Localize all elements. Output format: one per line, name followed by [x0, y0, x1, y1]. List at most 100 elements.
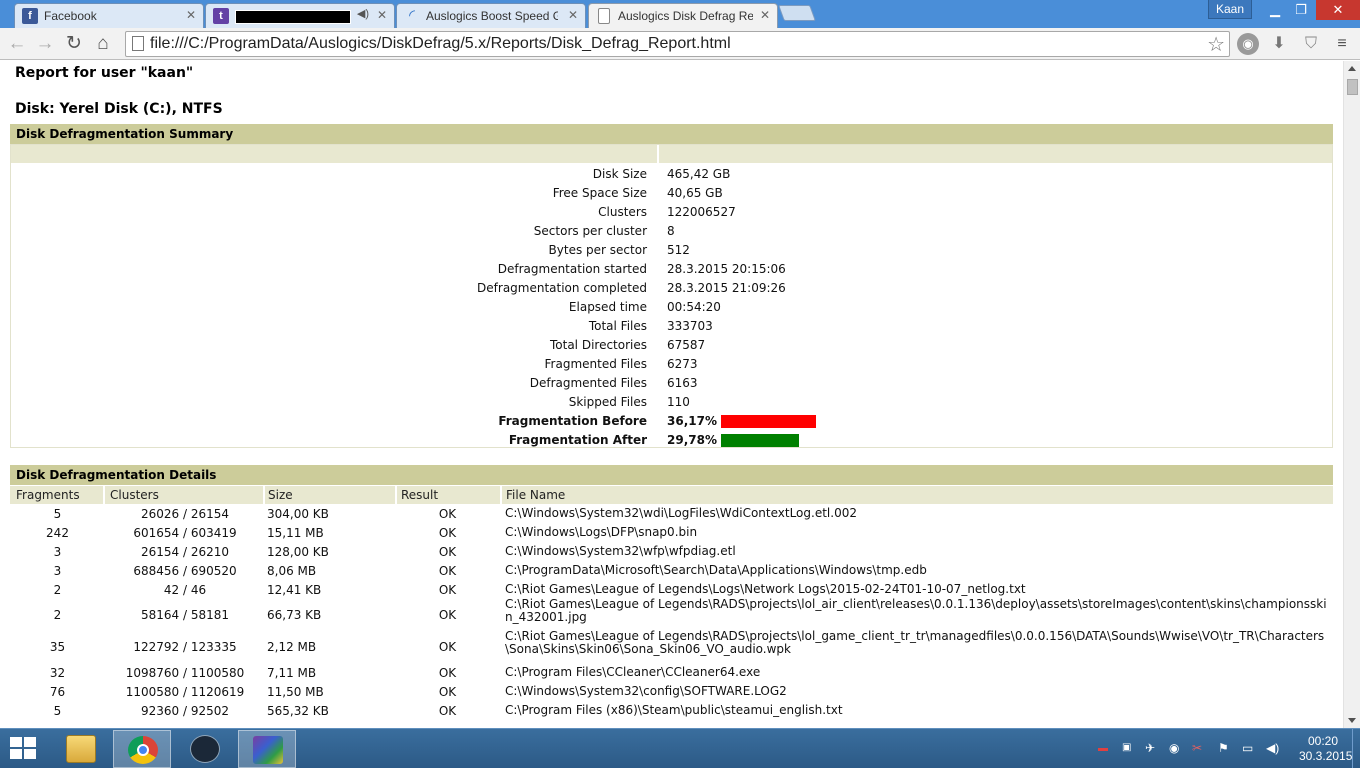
clock-date[interactable]: 30.3.2015	[1299, 749, 1352, 763]
table-row: 5 92360 / 92502 565,32 KB OK C:\Program File…	[10, 701, 1333, 720]
cell-file-name: C:\Windows\System32\wfp\wfpdiag.etl	[505, 544, 736, 558]
tray-volume-icon[interactable]: ◀)	[1266, 741, 1279, 755]
close-window-button[interactable]: ✕	[1316, 0, 1360, 20]
fragmentation-value: 36,17%	[667, 414, 717, 428]
cell-clusters: 601654 / 603419	[133, 526, 237, 540]
maximize-button[interactable]: ❐	[1288, 0, 1314, 20]
cell-size: 7,11 MB	[267, 666, 317, 680]
page-viewport: Report for user "kaan" Disk: Yerel Disk …	[0, 61, 1343, 728]
tab-twitch[interactable]: t ◀) ✕	[205, 3, 395, 28]
column-header-clusters: Clusters	[110, 488, 159, 502]
cell-size: 304,00 KB	[267, 507, 329, 521]
fragmentation-row: Fragmentation After 29,78%	[11, 431, 1332, 450]
clock-time[interactable]: 00:20	[1303, 734, 1343, 748]
cell-fragments: 5	[53, 704, 62, 718]
cell-file-name: C:\Program Files\CCleaner\CCleaner64.exe	[505, 665, 761, 679]
menu-icon[interactable]: ≡	[1331, 33, 1353, 55]
close-icon[interactable]: ✕	[760, 8, 770, 22]
user-heading: Report for user "kaan"	[15, 65, 194, 81]
summary-value: 333703	[667, 319, 713, 333]
cell-clusters: 1098760 / 1100580	[125, 666, 245, 680]
scrollbar-thumb[interactable]	[1347, 79, 1358, 95]
tray-network-icon[interactable]: ▭	[1242, 741, 1253, 755]
table-row: 3 26154 / 26210 128,00 KB OK C:\Windows\Syst…	[10, 542, 1333, 561]
tray-tool-icon[interactable]: ✂	[1192, 741, 1202, 755]
summary-row: Defragmentation started 28.3.2015 20:15:0…	[11, 260, 1332, 279]
summary-value: 00:54:20	[667, 300, 721, 314]
tab-title: Facebook	[44, 9, 97, 23]
extension-icon[interactable]: ◉	[1237, 33, 1259, 55]
page-icon	[132, 36, 144, 51]
scroll-up-arrow[interactable]	[1348, 66, 1356, 71]
disk-heading: Disk: Yerel Disk (C:), NTFS	[15, 101, 223, 117]
summary-value: 465,42 GB	[667, 167, 731, 181]
table-row: 242 601654 / 603419 15,11 MB OK C:\Windows\L…	[10, 523, 1333, 542]
cell-file-name: C:\Riot Games\League of Legends\RADS\pro…	[505, 597, 1327, 624]
cell-result: OK	[438, 526, 457, 540]
fragmentation-row: Fragmentation Before 36,17%	[11, 412, 1332, 431]
close-icon[interactable]: ✕	[186, 8, 196, 22]
minimize-button[interactable]: ▁	[1262, 0, 1288, 20]
home-button[interactable]: ⌂	[92, 33, 114, 55]
summary-value: 110	[667, 395, 690, 409]
cell-result: OK	[438, 704, 457, 718]
tray-airplane-icon[interactable]: ✈	[1145, 741, 1155, 755]
close-icon[interactable]: ✕	[377, 8, 387, 22]
scroll-down-arrow[interactable]	[1348, 718, 1356, 723]
page-icon	[598, 8, 610, 24]
start-button[interactable]	[10, 737, 38, 761]
table-row: 76 1100580 / 1120619 11,50 MB OK C:\Windows\…	[10, 682, 1333, 701]
profile-button[interactable]: Kaan	[1208, 0, 1252, 19]
show-desktop-button[interactable]	[1352, 729, 1360, 768]
reload-button[interactable]: ↻	[63, 33, 85, 55]
redacted-title	[235, 10, 351, 24]
cell-result: OK	[438, 640, 457, 654]
tab-facebook[interactable]: f Facebook ✕	[14, 3, 204, 28]
summary-row: Fragmented Files 6273	[11, 355, 1332, 374]
tab-disk-defrag-report[interactable]: Auslogics Disk Defrag Rep ✕	[588, 3, 778, 29]
tab-auslogics-boost-speed[interactable]: ◜ Auslogics Boost Speed Gu ✕	[396, 3, 586, 28]
vertical-scrollbar[interactable]	[1343, 61, 1360, 728]
cell-result: OK	[438, 685, 457, 699]
taskbar-winrar[interactable]	[238, 730, 296, 768]
address-url[interactable]: file:///C:/ProgramData/Auslogics/DiskDef…	[150, 35, 731, 53]
taskbar-steam[interactable]	[176, 730, 234, 768]
back-button[interactable]: ←	[6, 33, 28, 55]
tray-app-icon[interactable]: ▣	[1122, 742, 1131, 753]
tray-steam-icon[interactable]: ◉	[1169, 741, 1179, 755]
forward-button[interactable]: →	[34, 33, 56, 55]
details-header-row: Fragments Clusters Size Result File Name	[10, 486, 1333, 504]
cell-result: OK	[438, 583, 457, 597]
summary-value: 67587	[667, 338, 706, 352]
close-icon[interactable]: ✕	[568, 8, 578, 22]
cell-fragments: 5	[53, 507, 62, 521]
cell-file-name: C:\Windows\Logs\DFP\snap0.bin	[505, 525, 698, 539]
file-explorer-icon	[66, 735, 96, 763]
cell-fragments: 76	[49, 685, 66, 699]
taskbar-chrome[interactable]	[113, 730, 171, 768]
cell-clusters: 26154 / 26210	[140, 545, 230, 559]
address-bar[interactable]: file:///C:/ProgramData/Auslogics/DiskDef…	[125, 31, 1230, 57]
cell-result: OK	[438, 564, 457, 578]
cell-result: OK	[438, 666, 457, 680]
cell-size: 128,00 KB	[267, 545, 329, 559]
summary-label: Disk Size	[592, 167, 647, 181]
new-tab-button[interactable]	[778, 5, 816, 21]
cell-size: 8,06 MB	[267, 564, 317, 578]
cell-fragments: 3	[53, 545, 62, 559]
tray-flag-icon[interactable]: ⚑	[1218, 741, 1229, 755]
taskbar-file-explorer[interactable]	[52, 730, 110, 768]
download-extension-icon[interactable]: ⬇	[1268, 33, 1290, 55]
bookmark-star-icon[interactable]: ☆	[1207, 32, 1225, 57]
chrome-icon	[128, 736, 158, 764]
cell-size: 2,12 MB	[267, 640, 317, 654]
cell-clusters: 122792 / 123335	[133, 640, 237, 654]
summary-label: Sectors per cluster	[533, 224, 647, 238]
summary-label: Total Files	[588, 319, 647, 333]
shield-icon[interactable]: ⛉	[1300, 33, 1322, 55]
table-row: 3 688456 / 690520 8,06 MB OK C:\ProgramData\…	[10, 561, 1333, 580]
twitch-icon: t	[213, 8, 229, 24]
tray-antivirus-icon[interactable]: ▬	[1098, 743, 1108, 754]
summary-row: Disk Size 465,42 GB	[11, 165, 1332, 184]
cell-fragments: 35	[49, 640, 66, 654]
